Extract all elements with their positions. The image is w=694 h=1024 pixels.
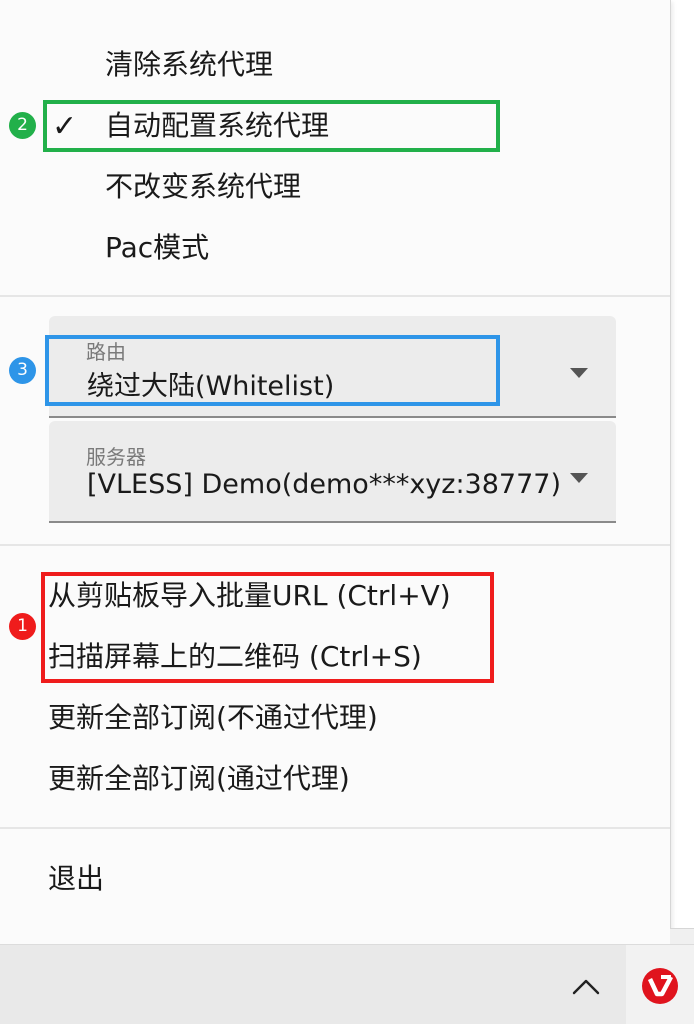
- annotation-badge-2: 2: [9, 112, 36, 139]
- menu-divider: [0, 827, 670, 829]
- dropdown-arrow-icon[interactable]: [570, 473, 588, 483]
- server-select[interactable]: 服务器 [VLESS] Demo(demo***xyz:38777): [49, 421, 616, 523]
- v2rayn-tray-icon: [641, 967, 679, 1009]
- dropdown-arrow-icon[interactable]: [570, 368, 588, 378]
- menu-item-import-clipboard-urls[interactable]: 从剪贴板导入批量URL (Ctrl+V): [48, 568, 451, 624]
- menu-item-update-subscriptions-direct[interactable]: 更新全部订阅(不通过代理): [48, 690, 378, 746]
- tray-app-button[interactable]: [626, 945, 694, 1024]
- menu-item-clear-system-proxy[interactable]: 清除系统代理: [105, 37, 273, 93]
- menu-divider: [0, 295, 670, 297]
- server-select-label: 服务器: [86, 445, 146, 469]
- routing-select-label: 路由: [86, 340, 126, 364]
- annotation-badge-1: 1: [9, 613, 36, 640]
- chevron-up-icon[interactable]: [568, 975, 604, 999]
- tray-context-menu: 清除系统代理 ✓ 自动配置系统代理 不改变系统代理 Pac模式 路由 绕过大陆(…: [0, 0, 671, 945]
- annotation-badge-3: 3: [9, 357, 36, 384]
- routing-select[interactable]: 路由 绕过大陆(Whitelist): [49, 316, 616, 418]
- checkmark-icon: ✓: [52, 109, 78, 144]
- menu-item-update-subscriptions-proxy[interactable]: 更新全部订阅(通过代理): [48, 751, 350, 807]
- taskbar: [0, 944, 694, 1024]
- menu-item-auto-config-system-proxy[interactable]: 自动配置系统代理: [105, 98, 329, 154]
- routing-select-value: 绕过大陆(Whitelist): [87, 371, 335, 402]
- menu-divider: [0, 544, 670, 546]
- desktop-background: [670, 928, 694, 945]
- menu-item-scan-screen-qrcode[interactable]: 扫描屏幕上的二维码 (Ctrl+S): [48, 629, 422, 685]
- menu-item-exit[interactable]: 退出: [48, 851, 104, 907]
- menu-item-keep-system-proxy[interactable]: 不改变系统代理: [105, 159, 301, 215]
- menu-item-pac-mode[interactable]: Pac模式: [105, 220, 209, 276]
- server-select-value: [VLESS] Demo(demo***xyz:38777): [87, 469, 561, 500]
